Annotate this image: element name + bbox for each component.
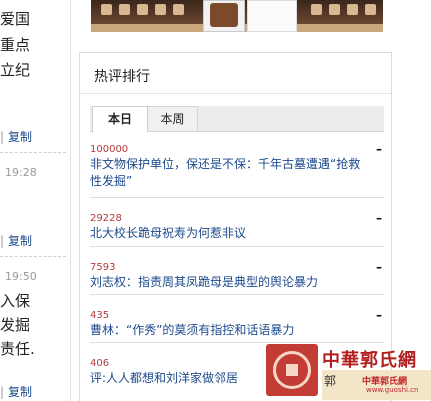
app-icon [347, 4, 358, 15]
article-text-fragment: 爱国 [0, 10, 31, 28]
watermark-url: www.guoshi.cn [366, 386, 419, 394]
timestamp: 19:28 [5, 166, 37, 179]
comment-count: 7593 [90, 262, 116, 273]
trend-dash-icon: – [376, 211, 382, 225]
divider-dashed [0, 256, 66, 257]
article-link[interactable]: 曹林：“作秀”的莫须有指控和话语暴力 [90, 322, 384, 339]
list-item: 29228 北大校长跪母祝寿为何惹非议 – [90, 198, 384, 247]
tab-today[interactable]: 本日 [92, 106, 148, 133]
phone-screen [210, 3, 238, 27]
article-text-fragment: 立纪 [0, 61, 31, 79]
list-item: 100000 非文物保护单位，保还是不保：千年古墓遭遇“抢救 性发掘” – [90, 141, 384, 198]
article-text-fragment: 责任. [0, 340, 35, 358]
app-icon [329, 4, 340, 15]
comment-count: 100000 [90, 144, 129, 155]
title-divider [80, 93, 391, 94]
trend-dash-icon: – [376, 260, 382, 274]
copy-link[interactable]: | 复制 [0, 232, 32, 249]
divider-dashed [0, 152, 66, 153]
article-text-fragment: 入保 [0, 292, 31, 310]
copy-link[interactable]: | 复制 [0, 383, 32, 400]
trend-dash-icon: – [376, 142, 382, 156]
phone-image [203, 0, 245, 32]
article-link[interactable]: 北大校长跪母祝寿为何惹非议 [90, 225, 384, 242]
article-text-fragment: 发掘 [0, 316, 31, 334]
panel-title: 热评排行 [94, 69, 150, 85]
comment-count: 435 [90, 310, 110, 321]
left-column: 爱国 重点 立纪 | 复制 19:28 | 复制 19:50 入保 发掘 责任. |… [0, 0, 70, 401]
timestamp: 19:50 [5, 270, 37, 283]
phone-image [247, 0, 297, 32]
app-icon [311, 4, 322, 15]
app-icon [173, 4, 184, 15]
list-item: 7593 刘志权：指责周其凤跪母是典型的舆论暴力 – [90, 247, 384, 295]
app-icon [101, 4, 112, 15]
copy-link[interactable]: | 复制 [0, 128, 32, 145]
site-watermark-logo: 中華郭氏網 郭 中華郭氏網 www.guoshi.cn [266, 344, 431, 401]
article-link[interactable]: 刘志权：指责周其凤跪母是典型的舆论暴力 [90, 274, 384, 291]
watermark-char: 郭 [324, 374, 337, 388]
article-text-fragment: 重点 [0, 36, 31, 54]
comment-count: 29228 [90, 213, 122, 224]
promo-banner[interactable] [91, 0, 383, 32]
ranking-tabs: 本日 本周 [90, 106, 384, 133]
app-icon [119, 4, 130, 15]
trend-dash-icon: – [376, 308, 382, 322]
seal-center [286, 364, 298, 376]
list-item: 435 曹林：“作秀”的莫须有指控和话语暴力 – [90, 295, 384, 343]
column-divider [70, 0, 71, 401]
app-icon [155, 4, 166, 15]
seal-icon [266, 344, 318, 396]
article-link[interactable]: 非文物保护单位，保还是不保：千年古墓遭遇“抢救 性发掘” [90, 156, 384, 190]
app-icon [365, 4, 376, 15]
watermark-name: 中華郭氏網 [322, 350, 417, 371]
watermark-subtitle: 郭 中華郭氏網 www.guoshi.cn [322, 370, 431, 400]
tab-this-week[interactable]: 本周 [148, 106, 198, 132]
app-icon [137, 4, 148, 15]
